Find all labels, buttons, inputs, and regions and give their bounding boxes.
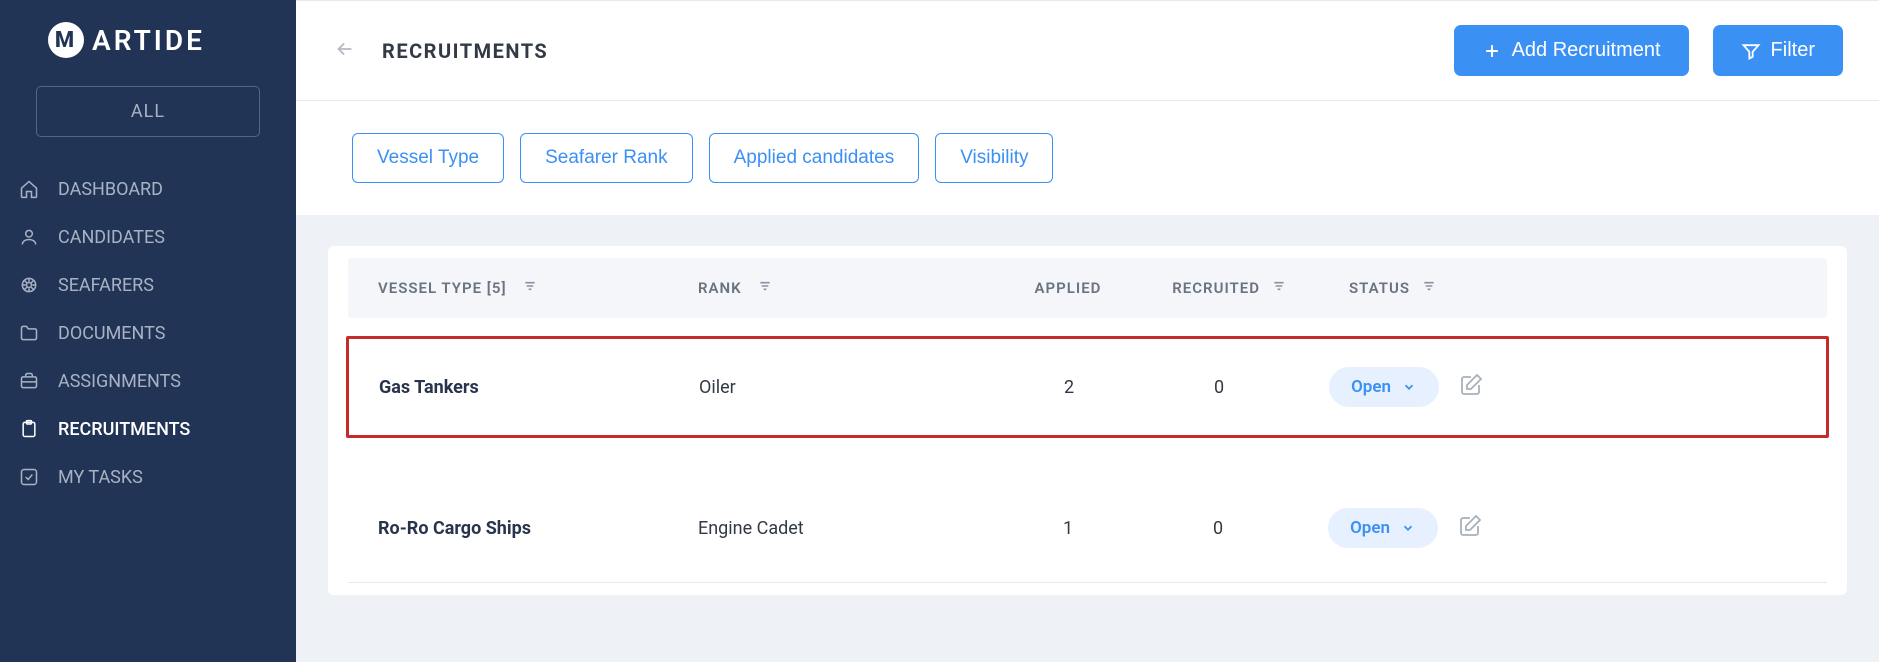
chip-applied-candidates[interactable]: Applied candidates (709, 133, 920, 183)
main-content: RECRUITMENTS Add Recruitment Filter Vess… (296, 0, 1879, 662)
cell-vessel-type: Gas Tankers (379, 377, 699, 398)
table-row[interactable]: Gas Tankers Oiler 2 0 Open (346, 336, 1829, 438)
clipboard-icon (18, 418, 40, 440)
sidebar-item-label: CANDIDATES (58, 227, 165, 248)
plus-icon (1482, 41, 1502, 61)
sidebar-item-recruitments[interactable]: RECRUITMENTS (0, 405, 296, 453)
cell-recruited: 0 (1148, 518, 1288, 539)
cell-rank: Engine Cadet (698, 518, 988, 539)
page-header: RECRUITMENTS Add Recruitment Filter (296, 0, 1879, 101)
cell-rank: Oiler (699, 377, 989, 398)
sort-icon[interactable] (1270, 278, 1288, 298)
sort-icon[interactable] (521, 278, 539, 298)
sidebar: M ARTIDE ALL DASHBOARD CANDIDATES SEAFAR… (0, 0, 296, 662)
edit-icon (1459, 373, 1483, 397)
wheel-icon (18, 274, 40, 296)
user-icon (18, 226, 40, 248)
brand-logo[interactable]: M ARTIDE (0, 22, 296, 78)
col-rank-label: RANK (698, 279, 742, 297)
briefcase-icon (18, 370, 40, 392)
cell-recruited: 0 (1149, 377, 1289, 398)
cell-applied: 2 (989, 377, 1149, 398)
filter-icon (1741, 41, 1761, 61)
folder-icon (18, 322, 40, 344)
chevron-down-icon (1400, 521, 1416, 535)
sidebar-item-candidates[interactable]: CANDIDATES (0, 213, 296, 261)
home-icon (18, 178, 40, 200)
cell-applied: 1 (988, 518, 1148, 539)
cell-vessel-type: Ro-Ro Cargo Ships (378, 518, 698, 539)
sidebar-item-label: DOCUMENTS (58, 323, 165, 344)
add-recruitment-button[interactable]: Add Recruitment (1454, 25, 1689, 76)
sidebar-item-label: ASSIGNMENTS (58, 371, 181, 392)
chip-seafarer-rank[interactable]: Seafarer Rank (520, 133, 693, 183)
col-applied-label: APPLIED (1035, 279, 1102, 297)
edit-icon (1458, 514, 1482, 538)
back-icon[interactable] (332, 38, 358, 64)
table-row[interactable]: Ro-Ro Cargo Ships Engine Cadet 1 0 Open (348, 480, 1827, 583)
filter-button[interactable]: Filter (1713, 25, 1843, 76)
col-recruited-label: RECRUITED (1172, 279, 1260, 297)
edit-button[interactable] (1459, 381, 1483, 402)
sidebar-item-label: RECRUITMENTS (58, 419, 190, 440)
sidebar-item-my-tasks[interactable]: MY TASKS (0, 453, 296, 501)
check-icon (18, 466, 40, 488)
brand-mark-icon: M (48, 22, 84, 58)
filter-chips: Vessel Type Seafarer Rank Applied candid… (296, 101, 1879, 216)
recruitments-table: VESSEL TYPE [5] RANK APPLI (340, 258, 1835, 583)
table-header: VESSEL TYPE [5] RANK APPLI (348, 258, 1827, 318)
body-area: VESSEL TYPE [5] RANK APPLI (296, 216, 1879, 662)
chip-visibility[interactable]: Visibility (935, 133, 1053, 183)
col-status-label: STATUS (1349, 279, 1410, 297)
filter-label: Filter (1771, 39, 1815, 62)
sidebar-item-label: DASHBOARD (58, 179, 163, 200)
sidebar-item-label: SEAFARERS (58, 275, 154, 296)
chip-vessel-type[interactable]: Vessel Type (352, 133, 504, 183)
status-label: Open (1350, 518, 1390, 538)
sort-icon[interactable] (756, 278, 774, 298)
sidebar-item-assignments[interactable]: ASSIGNMENTS (0, 357, 296, 405)
col-vessel-type-label: VESSEL TYPE [5] (378, 279, 507, 297)
sidebar-item-documents[interactable]: DOCUMENTS (0, 309, 296, 357)
sort-icon[interactable] (1420, 278, 1438, 298)
sidebar-item-dashboard[interactable]: DASHBOARD (0, 165, 296, 213)
status-label: Open (1351, 377, 1391, 397)
edit-button[interactable] (1458, 522, 1482, 543)
sidebar-item-seafarers[interactable]: SEAFARERS (0, 261, 296, 309)
sidebar-item-label: MY TASKS (58, 467, 143, 488)
status-dropdown[interactable]: Open (1328, 508, 1438, 548)
recruitments-panel: VESSEL TYPE [5] RANK APPLI (328, 246, 1847, 595)
page-title: RECRUITMENTS (382, 39, 1430, 63)
status-dropdown[interactable]: Open (1329, 367, 1439, 407)
add-recruitment-label: Add Recruitment (1512, 39, 1661, 62)
sidebar-scope-select[interactable]: ALL (36, 86, 260, 137)
brand-name: ARTIDE (92, 24, 205, 57)
chevron-down-icon (1401, 380, 1417, 394)
